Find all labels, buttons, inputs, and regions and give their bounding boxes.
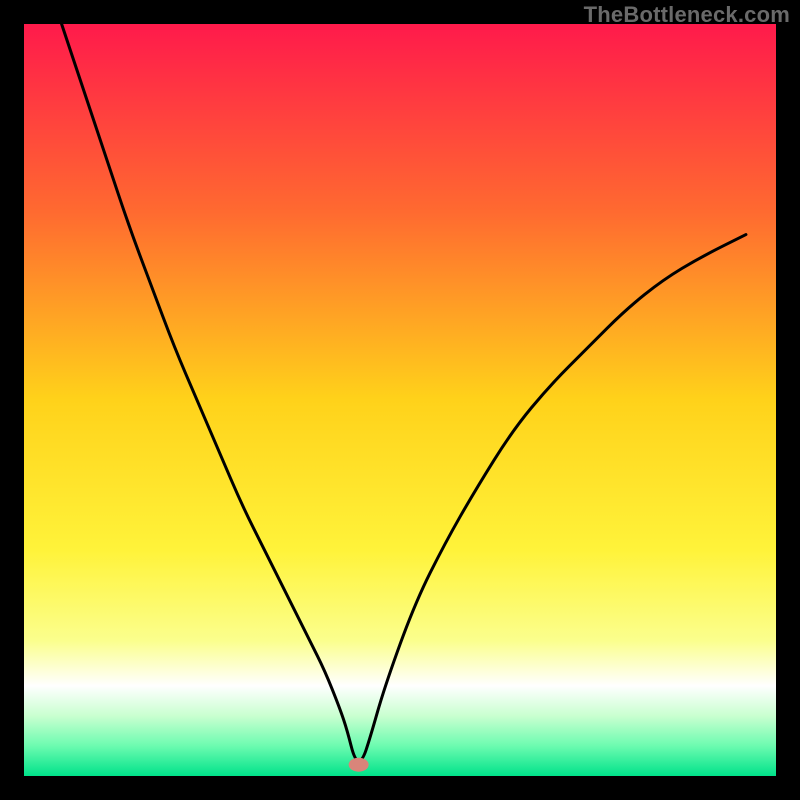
optimum-marker <box>349 758 369 772</box>
bottleneck-chart: TheBottleneck.com <box>0 0 800 800</box>
chart-svg <box>0 0 800 800</box>
watermark-label: TheBottleneck.com <box>584 2 790 28</box>
plot-background <box>24 24 776 776</box>
